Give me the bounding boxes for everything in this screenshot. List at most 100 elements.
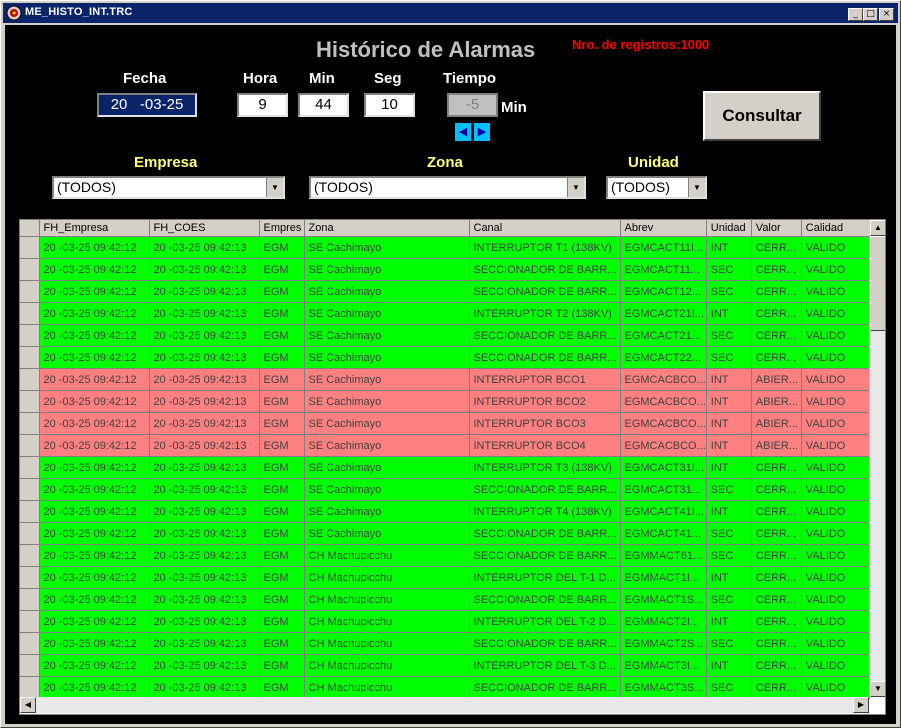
table-cell[interactable]: EGM [259,280,305,303]
table-cell[interactable]: SECCIONADOR DE BARR... [469,632,621,655]
table-cell[interactable]: CH Machupicchu [304,544,470,567]
column-header[interactable]: Zona [304,220,470,237]
table-cell[interactable]: SEC [706,632,752,655]
column-header[interactable]: FH_COES [149,220,260,237]
table-cell[interactable]: 20 -03-25 09:42:12 [39,302,150,325]
table-cell[interactable]: 20 -03-25 09:42:12 [39,368,150,391]
table-cell[interactable]: CH Machupicchu [304,632,470,655]
table-cell[interactable]: SECCIONADOR DE BARR... [469,324,621,347]
table-row[interactable]: 20 -03-25 09:42:12 20 -03-25 09:42:13 EGM C… [20,588,870,611]
table-cell[interactable]: 20 -03-25 09:42:13 [149,412,260,435]
table-cell[interactable]: VALIDO [801,522,870,545]
table-cell[interactable]: INTERRUPTOR DEL T-3 D... [469,654,621,677]
row-selector[interactable] [20,522,40,545]
vertical-scroll-thumb[interactable] [870,236,885,331]
table-row[interactable]: 20 -03-25 09:42:12 20 -03-25 09:42:13 EGM S… [20,456,870,479]
table-cell[interactable]: EGMCACT31I... [620,456,707,479]
table-cell[interactable]: CERR... [751,346,802,369]
table-cell[interactable]: INT [706,566,752,589]
table-cell[interactable]: SEC [706,258,752,281]
table-cell[interactable]: SECCIONADOR DE BARR... [469,588,621,611]
table-cell[interactable]: CERR... [751,258,802,281]
table-cell[interactable]: EGMCACT41... [620,522,707,545]
table-cell[interactable]: 20 -03-25 09:42:12 [39,324,150,347]
table-cell[interactable]: EGM [259,588,305,611]
table-cell[interactable]: VALIDO [801,412,870,435]
table-cell[interactable]: EGM [259,412,305,435]
table-cell[interactable]: 20 -03-25 09:42:13 [149,544,260,567]
table-cell[interactable]: 20 -03-25 09:42:13 [149,566,260,589]
table-cell[interactable]: VALIDO [801,610,870,633]
table-cell[interactable]: INT [706,500,752,523]
row-selector[interactable] [20,544,40,567]
table-cell[interactable]: CERR... [751,280,802,303]
row-selector[interactable] [20,324,40,347]
table-cell[interactable]: 20 -03-25 09:42:12 [39,632,150,655]
column-header[interactable]: Canal [469,220,621,237]
table-row[interactable]: 20 -03-25 09:42:12 20 -03-25 09:42:13 EGM S… [20,346,870,369]
table-cell[interactable]: SE Cachimayo [304,390,470,413]
table-cell[interactable]: INT [706,610,752,633]
table-cell[interactable]: 20 -03-25 09:42:13 [149,676,260,699]
table-cell[interactable]: 20 -03-25 09:42:12 [39,654,150,677]
table-cell[interactable]: EGMCACT21I... [620,302,707,325]
min-input[interactable]: 44 [298,93,349,117]
table-cell[interactable]: EGMCACT12... [620,280,707,303]
consultar-button[interactable]: Consultar [703,91,821,141]
table-cell[interactable]: INTERRUPTOR BCO3 [469,412,621,435]
table-row[interactable]: 20 -03-25 09:42:12 20 -03-25 09:42:13 EGM S… [20,390,870,413]
row-selector[interactable] [20,368,40,391]
table-cell[interactable]: SECCIONADOR DE BARR... [469,346,621,369]
table-cell[interactable]: 20 -03-25 09:42:12 [39,522,150,545]
table-cell[interactable]: EGMCACBCO... [620,412,707,435]
table-cell[interactable]: CERR... [751,566,802,589]
table-cell[interactable]: 20 -03-25 09:42:13 [149,346,260,369]
table-row[interactable]: 20 -03-25 09:42:12 20 -03-25 09:42:13 EGM S… [20,412,870,435]
row-selector[interactable] [20,588,40,611]
table-cell[interactable]: EGMCACT31... [620,478,707,501]
table-cell[interactable]: SECCIONADOR DE BARR... [469,676,621,699]
column-header[interactable]: Valor [751,220,802,237]
empresa-select[interactable]: (TODOS) ▼ [52,176,285,199]
table-cell[interactable]: SECCIONADOR DE BARR... [469,258,621,281]
table-cell[interactable]: 20 -03-25 09:42:13 [149,522,260,545]
row-selector[interactable] [20,500,40,523]
table-cell[interactable]: VALIDO [801,588,870,611]
table-cell[interactable]: ABIER... [751,412,802,435]
table-cell[interactable]: CERR... [751,588,802,611]
table-cell[interactable]: EGMMACT2I... [620,610,707,633]
table-row[interactable]: 20 -03-25 09:42:12 20 -03-25 09:42:13 EGM S… [20,236,870,259]
table-cell[interactable]: EGMCACT22... [620,346,707,369]
table-cell[interactable]: CERR... [751,478,802,501]
table-cell[interactable]: EGM [259,434,305,457]
table-cell[interactable]: INT [706,236,752,259]
table-cell[interactable]: CERR... [751,456,802,479]
table-cell[interactable]: VALIDO [801,324,870,347]
table-cell[interactable]: ABIER... [751,390,802,413]
table-cell[interactable]: VALIDO [801,676,870,699]
table-row[interactable]: 20 -03-25 09:42:12 20 -03-25 09:42:13 EGM S… [20,324,870,347]
table-cell[interactable]: VALIDO [801,280,870,303]
table-cell[interactable]: VALIDO [801,478,870,501]
table-cell[interactable]: SEC [706,676,752,699]
table-cell[interactable]: EGMCACT11I... [620,236,707,259]
table-cell[interactable]: ABIER... [751,368,802,391]
table-cell[interactable]: INT [706,434,752,457]
table-cell[interactable]: ABIER... [751,434,802,457]
table-cell[interactable]: EGMCACT41I... [620,500,707,523]
table-cell[interactable]: EGMMACT61... [620,544,707,567]
table-cell[interactable]: EGM [259,566,305,589]
table-cell[interactable]: SECCIONADOR DE BARR... [469,522,621,545]
table-cell[interactable]: 20 -03-25 09:42:13 [149,368,260,391]
chevron-down-icon[interactable]: ▼ [266,178,283,197]
table-cell[interactable]: EGM [259,478,305,501]
scroll-left-icon[interactable]: ◀ [20,697,36,713]
table-row[interactable]: 20 -03-25 09:42:12 20 -03-25 09:42:13 EGM C… [20,610,870,633]
table-cell[interactable]: INT [706,302,752,325]
table-cell[interactable]: CH Machupicchu [304,566,470,589]
table-cell[interactable]: EGM [259,258,305,281]
table-cell[interactable]: EGM [259,456,305,479]
tiempo-input[interactable]: -5 [447,93,498,117]
table-cell[interactable]: INTERRUPTOR T1 (138KV) [469,236,621,259]
table-cell[interactable]: SECCIONADOR DE BARR... [469,280,621,303]
